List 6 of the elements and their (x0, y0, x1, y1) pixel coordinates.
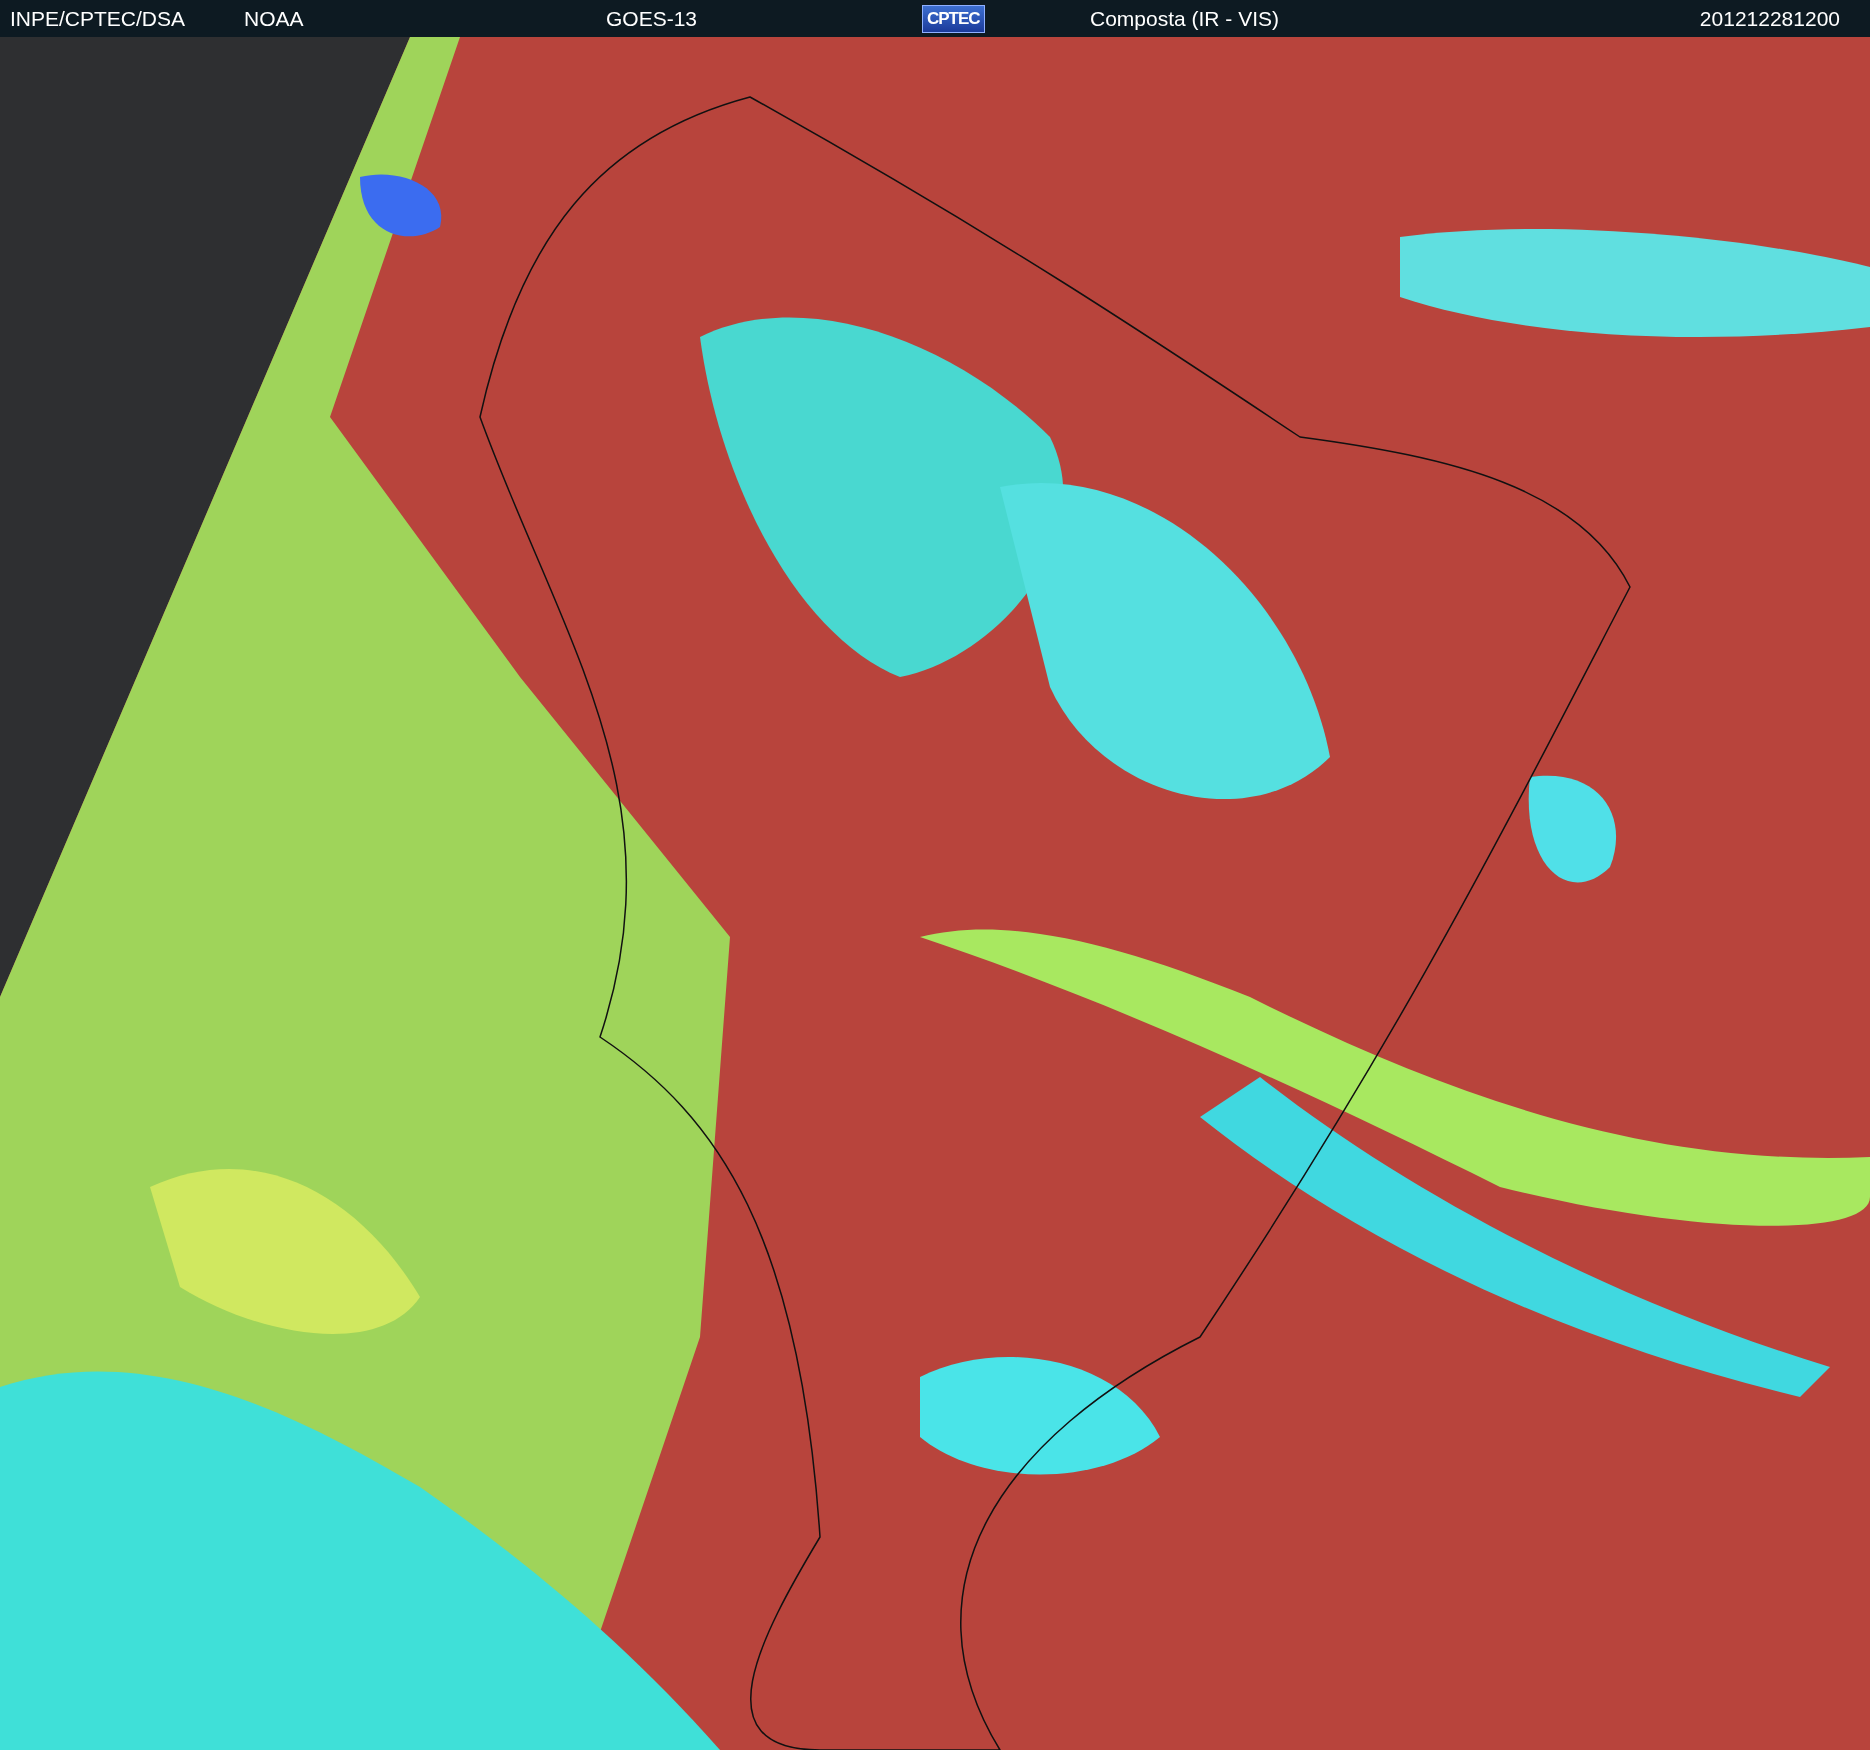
agency-label: NOAA (244, 6, 305, 31)
timestamp-label: 201212281200 (1699, 6, 1840, 31)
satellite-label: GOES-13 (606, 6, 699, 31)
source-label: INPE/CPTEC/DSA (10, 6, 187, 31)
logo: CPTEC (922, 4, 985, 33)
product-label: Composta (IR - VIS) (1090, 6, 1281, 31)
